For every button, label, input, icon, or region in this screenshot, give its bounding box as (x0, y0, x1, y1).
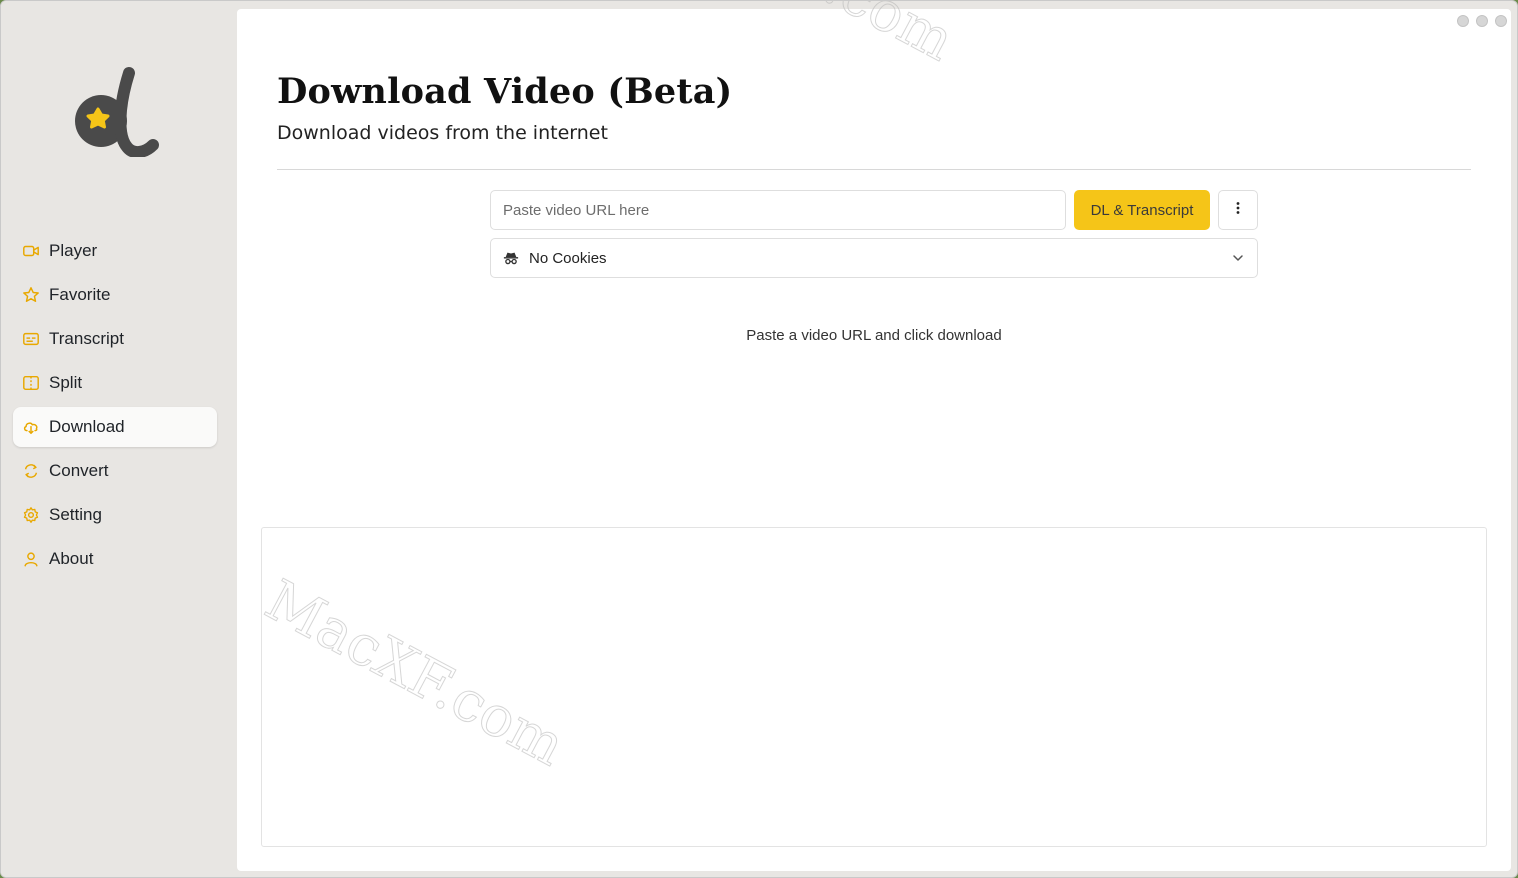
sidebar-item-label: About (49, 549, 94, 568)
dl-transcript-button[interactable]: DL & Transcript (1074, 190, 1210, 230)
sidebar-item-favorite[interactable]: Favorite (13, 275, 217, 315)
empty-state-hint: Paste a video URL and click download (746, 327, 1002, 344)
video-camera-icon (21, 241, 41, 261)
close-button[interactable] (1495, 15, 1507, 27)
sidebar-item-split[interactable]: Split (13, 363, 217, 403)
sidebar-item-label: Convert (49, 461, 109, 480)
app-logo (71, 65, 161, 158)
maximize-button[interactable] (1476, 15, 1488, 27)
sidebar-item-download[interactable]: Download (13, 407, 217, 447)
sidebar-item-label: Transcript (49, 329, 124, 348)
sidebar-item-label: Split (49, 373, 83, 392)
minimize-button[interactable] (1457, 15, 1469, 27)
cloud-download-icon (21, 417, 41, 437)
sidebar-item-setting[interactable]: Setting (13, 495, 217, 535)
sidebar-item-label: Player (49, 241, 98, 260)
sidebar-item-label: Download (49, 417, 125, 436)
cookie-select-value: No Cookies (529, 249, 607, 267)
convert-icon (21, 461, 41, 481)
gear-icon (21, 505, 41, 525)
sidebar-item-about[interactable]: About (13, 539, 217, 579)
star-icon (21, 285, 41, 305)
subtitles-icon (21, 329, 41, 349)
page-title: Download Video (Beta) (277, 71, 733, 112)
sidebar: Player Favorite Transcript Split Downloa… (1, 1, 237, 877)
sidebar-item-transcript[interactable]: Transcript (13, 319, 217, 359)
page-subtitle: Download videos from the internet (277, 122, 608, 144)
app-window: Player Favorite Transcript Split Downloa… (0, 0, 1518, 878)
cookie-select[interactable]: No Cookies (490, 238, 1258, 278)
sidebar-nav: Player Favorite Transcript Split Downloa… (13, 231, 217, 583)
spy-icon (503, 249, 521, 267)
chevron-down-icon (1231, 251, 1245, 265)
output-panel (261, 527, 1487, 847)
more-vertical-icon (1230, 200, 1246, 221)
more-options-button[interactable] (1218, 190, 1258, 230)
window-controls (1457, 15, 1507, 27)
split-icon (21, 373, 41, 393)
divider (277, 169, 1471, 170)
sidebar-item-player[interactable]: Player (13, 231, 217, 271)
video-url-input[interactable] (490, 190, 1066, 230)
sidebar-item-convert[interactable]: Convert (13, 451, 217, 491)
user-icon (21, 549, 41, 569)
sidebar-item-label: Favorite (49, 285, 111, 304)
sidebar-item-label: Setting (49, 505, 102, 524)
main-content: Download Video (Beta) Download videos fr… (237, 9, 1511, 871)
